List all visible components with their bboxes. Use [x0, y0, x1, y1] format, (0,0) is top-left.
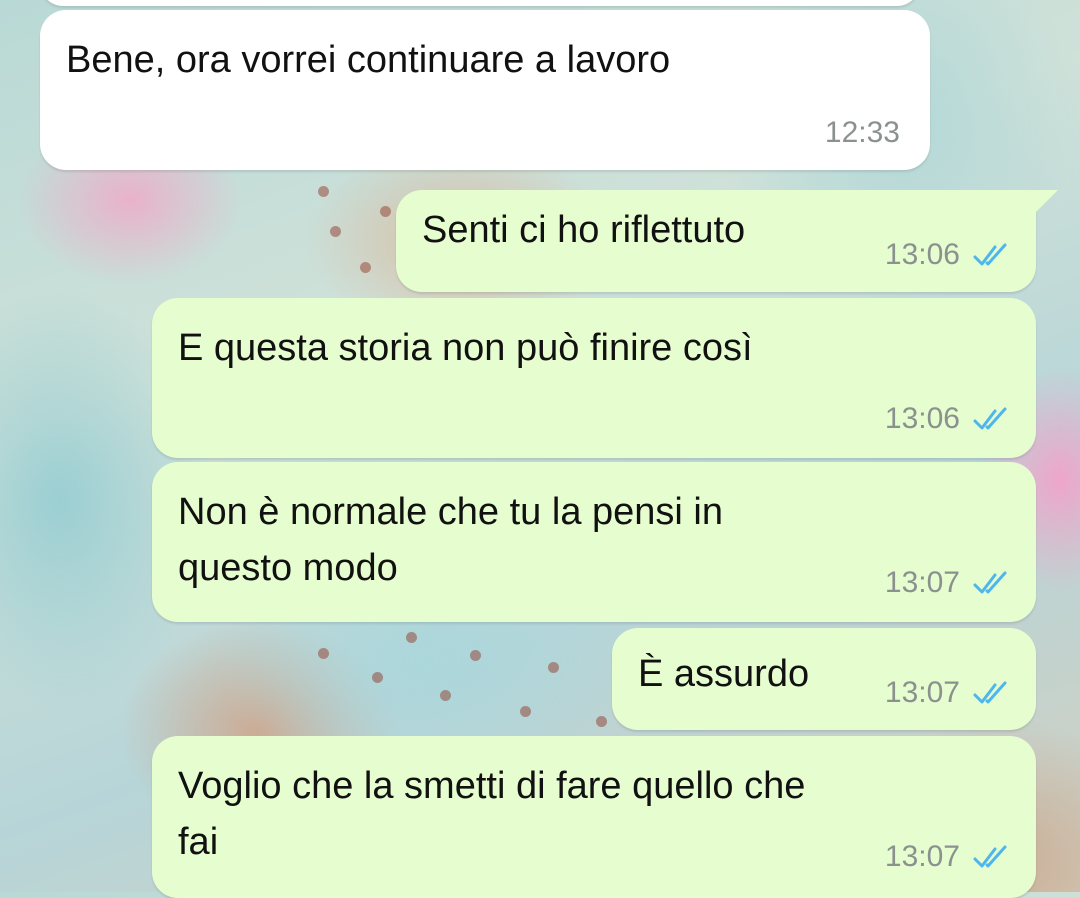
message-bubble-outgoing[interactable]: Senti ci ho riflettuto 13:06	[396, 190, 1058, 292]
message-bubble-outgoing[interactable]: È assurdo 13:07	[612, 628, 1036, 730]
message-timestamp: 13:06	[884, 238, 960, 271]
double-check-icon	[973, 407, 1007, 430]
message-timestamp: 13:07	[884, 676, 960, 709]
message-meta: 13:07	[885, 840, 1012, 874]
message-bubble-incoming[interactable]: Bene, ora vorrei continuare a lavoro 12:…	[40, 10, 930, 170]
message-bubble-outgoing[interactable]: Non è normale che tu la pensi in questo …	[152, 462, 1036, 622]
message-text: Bene, ora vorrei continuare a lavoro	[66, 39, 671, 81]
message-text-line-2: fai	[178, 821, 219, 863]
message-timestamp: 13:07	[884, 840, 960, 873]
message-text: Senti ci ho riflettuto	[422, 209, 746, 251]
message-bubble-outgoing[interactable]: E questa storia non può finire così 13:0…	[152, 298, 1036, 458]
bubble-tail	[1034, 190, 1058, 214]
double-check-icon	[973, 571, 1007, 594]
message-meta: 13:07	[885, 676, 1012, 710]
message-timestamp: 13:07	[884, 566, 960, 599]
message-bubble-outgoing[interactable]: Voglio che la smetti di fare quello che …	[152, 736, 1036, 898]
message-timestamp: 12:33	[824, 116, 900, 149]
message-text: E questa storia non può finire così	[178, 327, 753, 369]
message-text: È assurdo	[638, 653, 810, 695]
message-bubble-partial	[40, 0, 920, 6]
message-meta: 13:06	[885, 238, 1012, 272]
message-meta: 13:06	[885, 402, 1012, 436]
message-text-line-2: questo modo	[178, 547, 398, 589]
message-meta: 12:33	[825, 116, 900, 150]
message-timestamp: 13:06	[884, 402, 960, 435]
double-check-icon	[973, 681, 1007, 704]
double-check-icon	[973, 243, 1007, 266]
message-meta: 13:07	[885, 566, 1012, 600]
double-check-icon	[973, 845, 1007, 868]
message-text-line-1: Non è normale che tu la pensi in	[178, 491, 723, 533]
message-text-line-1: Voglio che la smetti di fare quello che	[178, 765, 806, 807]
